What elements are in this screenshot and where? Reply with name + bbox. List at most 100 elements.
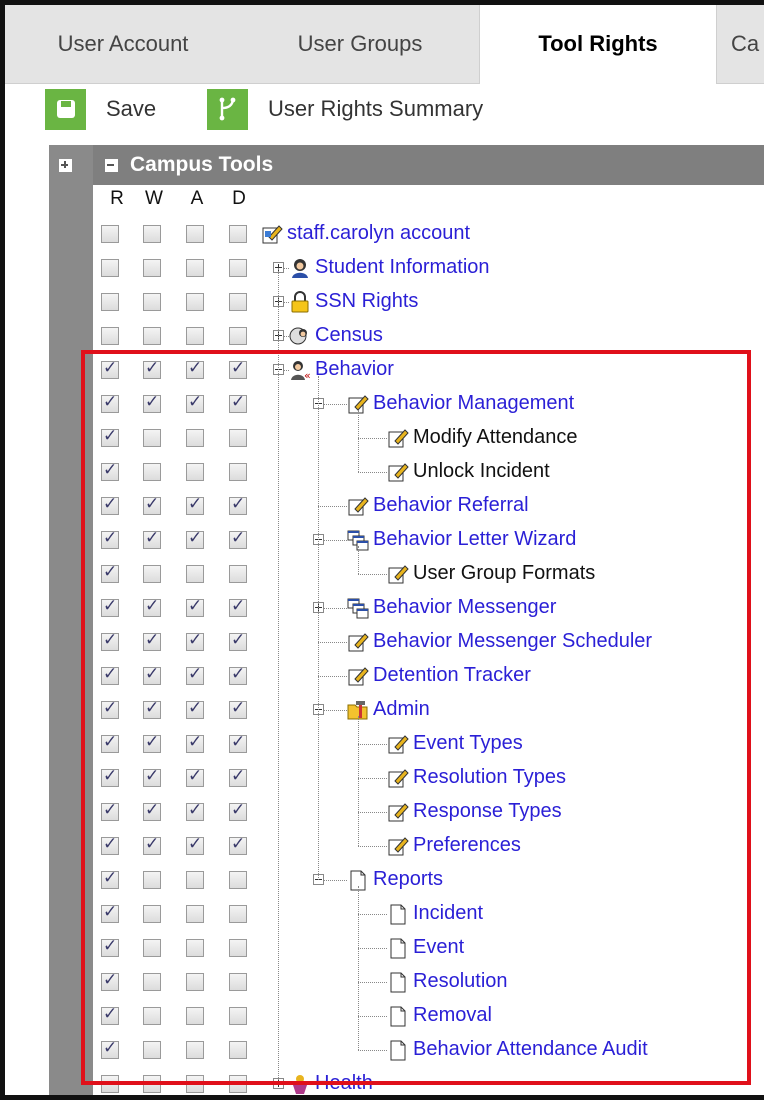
checkbox-read[interactable] [101, 528, 119, 549]
checkbox-read[interactable] [101, 698, 119, 719]
checkbox-write[interactable] [143, 630, 161, 651]
tree-node-label[interactable]: Student Information [315, 256, 490, 279]
checkbox-delete[interactable] [229, 630, 247, 651]
checkbox-write[interactable] [143, 871, 161, 889]
checkbox-add[interactable] [186, 392, 204, 413]
checkbox-delete[interactable] [229, 392, 247, 413]
checkbox-delete[interactable] [229, 664, 247, 685]
checkbox-add[interactable] [186, 429, 204, 447]
tab-user-groups[interactable]: User Groups [241, 5, 479, 83]
checkbox-add[interactable] [186, 800, 204, 821]
tree-node-label[interactable]: Behavior Referral [373, 494, 529, 517]
checkbox-delete[interactable] [229, 1075, 247, 1093]
checkbox-add[interactable] [186, 939, 204, 957]
checkbox-write[interactable] [143, 327, 161, 345]
checkbox-add[interactable] [186, 293, 204, 311]
checkbox-add[interactable] [186, 1007, 204, 1025]
checkbox-read[interactable] [101, 562, 119, 583]
checkbox-delete[interactable] [229, 973, 247, 991]
tree-node-label[interactable]: Behavior [315, 358, 394, 381]
checkbox-delete[interactable] [229, 259, 247, 277]
checkbox-read[interactable] [101, 358, 119, 379]
checkbox-delete[interactable] [229, 327, 247, 345]
checkbox-add[interactable] [186, 327, 204, 345]
checkbox-add[interactable] [186, 463, 204, 481]
tree-node-label[interactable]: Behavior Attendance Audit [413, 1038, 648, 1061]
checkbox-write[interactable] [143, 463, 161, 481]
checkbox-delete[interactable] [229, 494, 247, 515]
tree-node-label[interactable]: Health [315, 1072, 373, 1095]
checkbox-write[interactable] [143, 698, 161, 719]
tab-tool-rights[interactable]: Tool Rights [479, 5, 717, 84]
tree-node-label[interactable]: Resolution [413, 970, 508, 993]
checkbox-add[interactable] [186, 565, 204, 583]
checkbox-read[interactable] [101, 732, 119, 753]
tree-node-label[interactable]: Resolution Types [413, 766, 566, 789]
checkbox-write[interactable] [143, 358, 161, 379]
tree-node-label[interactable]: SSN Rights [315, 290, 418, 313]
checkbox-read[interactable] [101, 1004, 119, 1025]
checkbox-add[interactable] [186, 358, 204, 379]
tree-node-label[interactable]: Census [315, 324, 383, 347]
tree-node-label[interactable]: Admin [373, 698, 430, 721]
collapse-icon[interactable] [105, 158, 118, 172]
checkbox-write[interactable] [143, 834, 161, 855]
checkbox-read[interactable] [101, 970, 119, 991]
checkbox-read[interactable] [101, 936, 119, 957]
checkbox-write[interactable] [143, 392, 161, 413]
checkbox-read[interactable] [101, 868, 119, 889]
checkbox-delete[interactable] [229, 834, 247, 855]
tree-node-label[interactable]: Preferences [413, 834, 521, 857]
checkbox-write[interactable] [143, 494, 161, 515]
checkbox-write[interactable] [143, 939, 161, 957]
checkbox-delete[interactable] [229, 358, 247, 379]
checkbox-add[interactable] [186, 1041, 204, 1059]
checkbox-delete[interactable] [229, 698, 247, 719]
checkbox-read[interactable] [101, 902, 119, 923]
checkbox-write[interactable] [143, 664, 161, 685]
tab-ca[interactable]: Ca [731, 5, 764, 83]
checkbox-write[interactable] [143, 259, 161, 277]
tree-node-label[interactable]: Removal [413, 1004, 492, 1027]
checkbox-delete[interactable] [229, 528, 247, 549]
checkbox-read[interactable] [101, 225, 119, 243]
tree-node-label[interactable]: Behavior Letter Wizard [373, 528, 576, 551]
checkbox-add[interactable] [186, 732, 204, 753]
checkbox-delete[interactable] [229, 1007, 247, 1025]
checkbox-add[interactable] [186, 766, 204, 787]
checkbox-add[interactable] [186, 596, 204, 617]
tree-node-label[interactable]: Reports [373, 868, 443, 891]
checkbox-delete[interactable] [229, 905, 247, 923]
checkbox-write[interactable] [143, 565, 161, 583]
checkbox-read[interactable] [101, 327, 119, 345]
checkbox-write[interactable] [143, 766, 161, 787]
checkbox-write[interactable] [143, 293, 161, 311]
checkbox-add[interactable] [186, 1075, 204, 1093]
checkbox-delete[interactable] [229, 766, 247, 787]
checkbox-read[interactable] [101, 259, 119, 277]
checkbox-write[interactable] [143, 429, 161, 447]
checkbox-read[interactable] [101, 800, 119, 821]
checkbox-read[interactable] [101, 392, 119, 413]
checkbox-read[interactable] [101, 596, 119, 617]
checkbox-add[interactable] [186, 973, 204, 991]
checkbox-add[interactable] [186, 630, 204, 651]
checkbox-delete[interactable] [229, 800, 247, 821]
checkbox-delete[interactable] [229, 871, 247, 889]
checkbox-delete[interactable] [229, 1041, 247, 1059]
checkbox-write[interactable] [143, 528, 161, 549]
tree-node-label[interactable]: Response Types [413, 800, 562, 823]
checkbox-write[interactable] [143, 800, 161, 821]
tree-node-label[interactable]: Event Types [413, 732, 523, 755]
checkbox-delete[interactable] [229, 596, 247, 617]
tree-node-label[interactable]: Behavior Management [373, 392, 574, 415]
checkbox-write[interactable] [143, 225, 161, 243]
checkbox-read[interactable] [101, 494, 119, 515]
checkbox-delete[interactable] [229, 463, 247, 481]
checkbox-read[interactable] [101, 1038, 119, 1059]
checkbox-write[interactable] [143, 732, 161, 753]
checkbox-delete[interactable] [229, 293, 247, 311]
tree-node-label[interactable]: Incident [413, 902, 483, 925]
tree-node-label[interactable]: Event [413, 936, 464, 959]
user-rights-summary-button[interactable]: User Rights Summary [207, 86, 483, 132]
